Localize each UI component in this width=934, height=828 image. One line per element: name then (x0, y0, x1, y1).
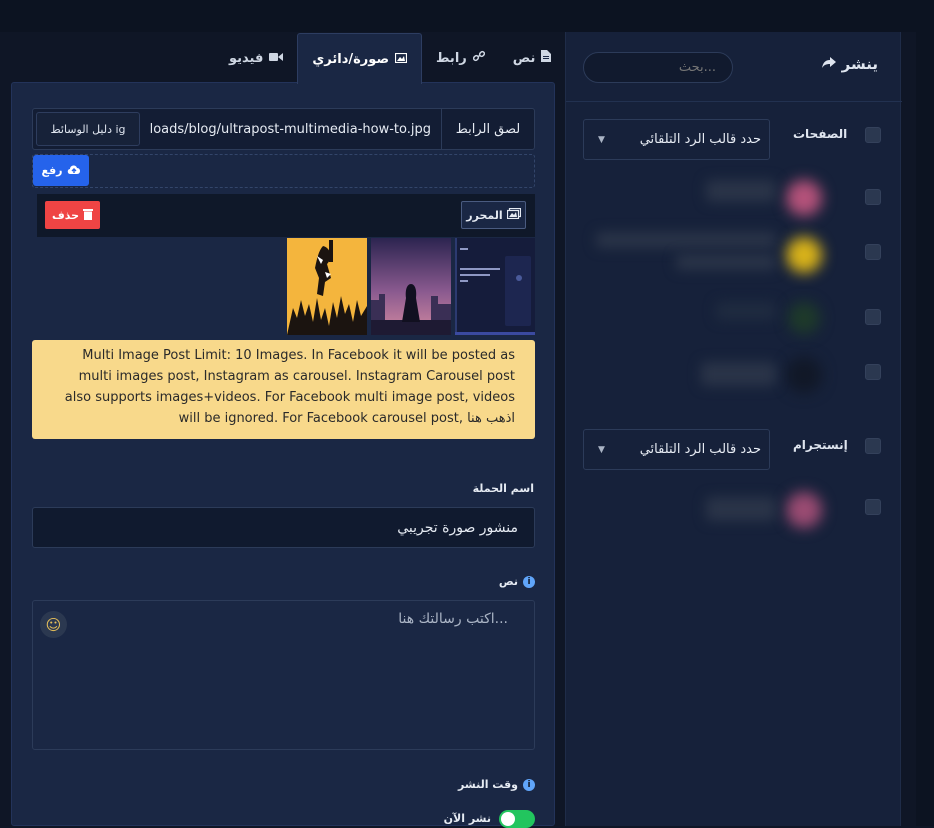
pages-label: الصفحات (793, 127, 848, 141)
paste-link-label: لصق الرابط (455, 121, 521, 137)
share-icon (821, 55, 836, 73)
post-now-toggle[interactable] (499, 810, 535, 828)
avatar (786, 357, 822, 393)
schedule-label: وقت النشر i (458, 778, 535, 791)
tab-link[interactable]: رابط (422, 33, 499, 83)
toggle-knob (501, 812, 515, 826)
info-icon[interactable]: i (523, 575, 535, 588)
media-url-input[interactable]: loads/blog/ultrapost-multimedia-how-to.j… (143, 109, 442, 149)
avatar (786, 180, 822, 216)
tab-video[interactable]: فيديو (215, 33, 297, 83)
page-name (596, 232, 776, 248)
search-input[interactable] (583, 52, 733, 83)
info-icon[interactable]: i (523, 778, 535, 791)
upload-dropzone[interactable] (32, 154, 535, 188)
page-name (706, 180, 776, 202)
avatar (786, 237, 822, 273)
tab-image-carousel[interactable]: صورة/دائري (297, 33, 423, 84)
top-bar (0, 0, 934, 32)
page-name (701, 362, 776, 386)
pages-checkbox[interactable] (865, 127, 881, 143)
campaign-name-input[interactable]: منشور صورة تجريبي (32, 507, 535, 548)
image-thumbnail[interactable] (287, 238, 367, 335)
instagram-autoreply-select[interactable]: ▼ حدد قالب الرد التلقائي (583, 429, 770, 470)
avatar (788, 302, 820, 334)
images-icon (506, 207, 521, 222)
account-checkbox[interactable] (865, 499, 881, 515)
campaign-name-label: اسم الحملة (472, 482, 534, 495)
page-checkbox[interactable] (865, 244, 881, 260)
image-thumbnail[interactable] (455, 238, 535, 335)
emoji-icon[interactable]: ☺ (40, 611, 67, 638)
delete-button[interactable]: حذف (45, 201, 100, 229)
page-checkbox[interactable] (865, 189, 881, 205)
message-label: نص i (499, 575, 535, 588)
publish-header: ينشر (566, 32, 902, 102)
trash-icon (83, 208, 94, 223)
file-icon (541, 50, 552, 66)
instagram-checkbox[interactable] (865, 438, 881, 454)
chevron-down-icon: ▼ (598, 444, 605, 455)
media-library-button[interactable]: دليل الوسائط ig (36, 112, 140, 146)
publish-panel: ينشر الصفحات ▼ حدد قالب الرد التلقائي إن… (565, 32, 902, 826)
post-type-tabs: نص رابط صورة/دائري فيديو (215, 33, 566, 84)
link-icon (472, 50, 485, 66)
avatar (786, 492, 822, 528)
tab-text[interactable]: نص (499, 33, 566, 83)
page-checkbox[interactable] (865, 309, 881, 325)
right-edge (916, 0, 934, 826)
chevron-down-icon: ▼ (598, 134, 605, 145)
page-name (676, 254, 776, 270)
publish-title: ينشر (821, 55, 878, 73)
image-thumbnail[interactable] (371, 238, 451, 335)
post-now-label: نشر الآن (443, 812, 491, 825)
instagram-label: إنستجرام (793, 438, 848, 452)
media-url-row: دليل الوسائط ig loads/blog/ultrapost-mul… (32, 108, 535, 150)
image-icon (394, 52, 408, 67)
video-icon (269, 51, 284, 66)
pages-autoreply-select[interactable]: ▼ حدد قالب الرد التلقائي (583, 119, 770, 160)
message-textarea[interactable]: اكتب رسالتك هنا... (32, 600, 535, 750)
multi-image-notice: Multi Image Post Limit: 10 Images. In Fa… (32, 340, 535, 439)
cloud-upload-icon (67, 164, 81, 177)
account-name (706, 497, 776, 521)
upload-button[interactable]: رفع (33, 155, 89, 186)
image-editor-button[interactable]: المحرر (461, 201, 526, 229)
page-checkbox[interactable] (865, 364, 881, 380)
page-name (716, 302, 776, 320)
